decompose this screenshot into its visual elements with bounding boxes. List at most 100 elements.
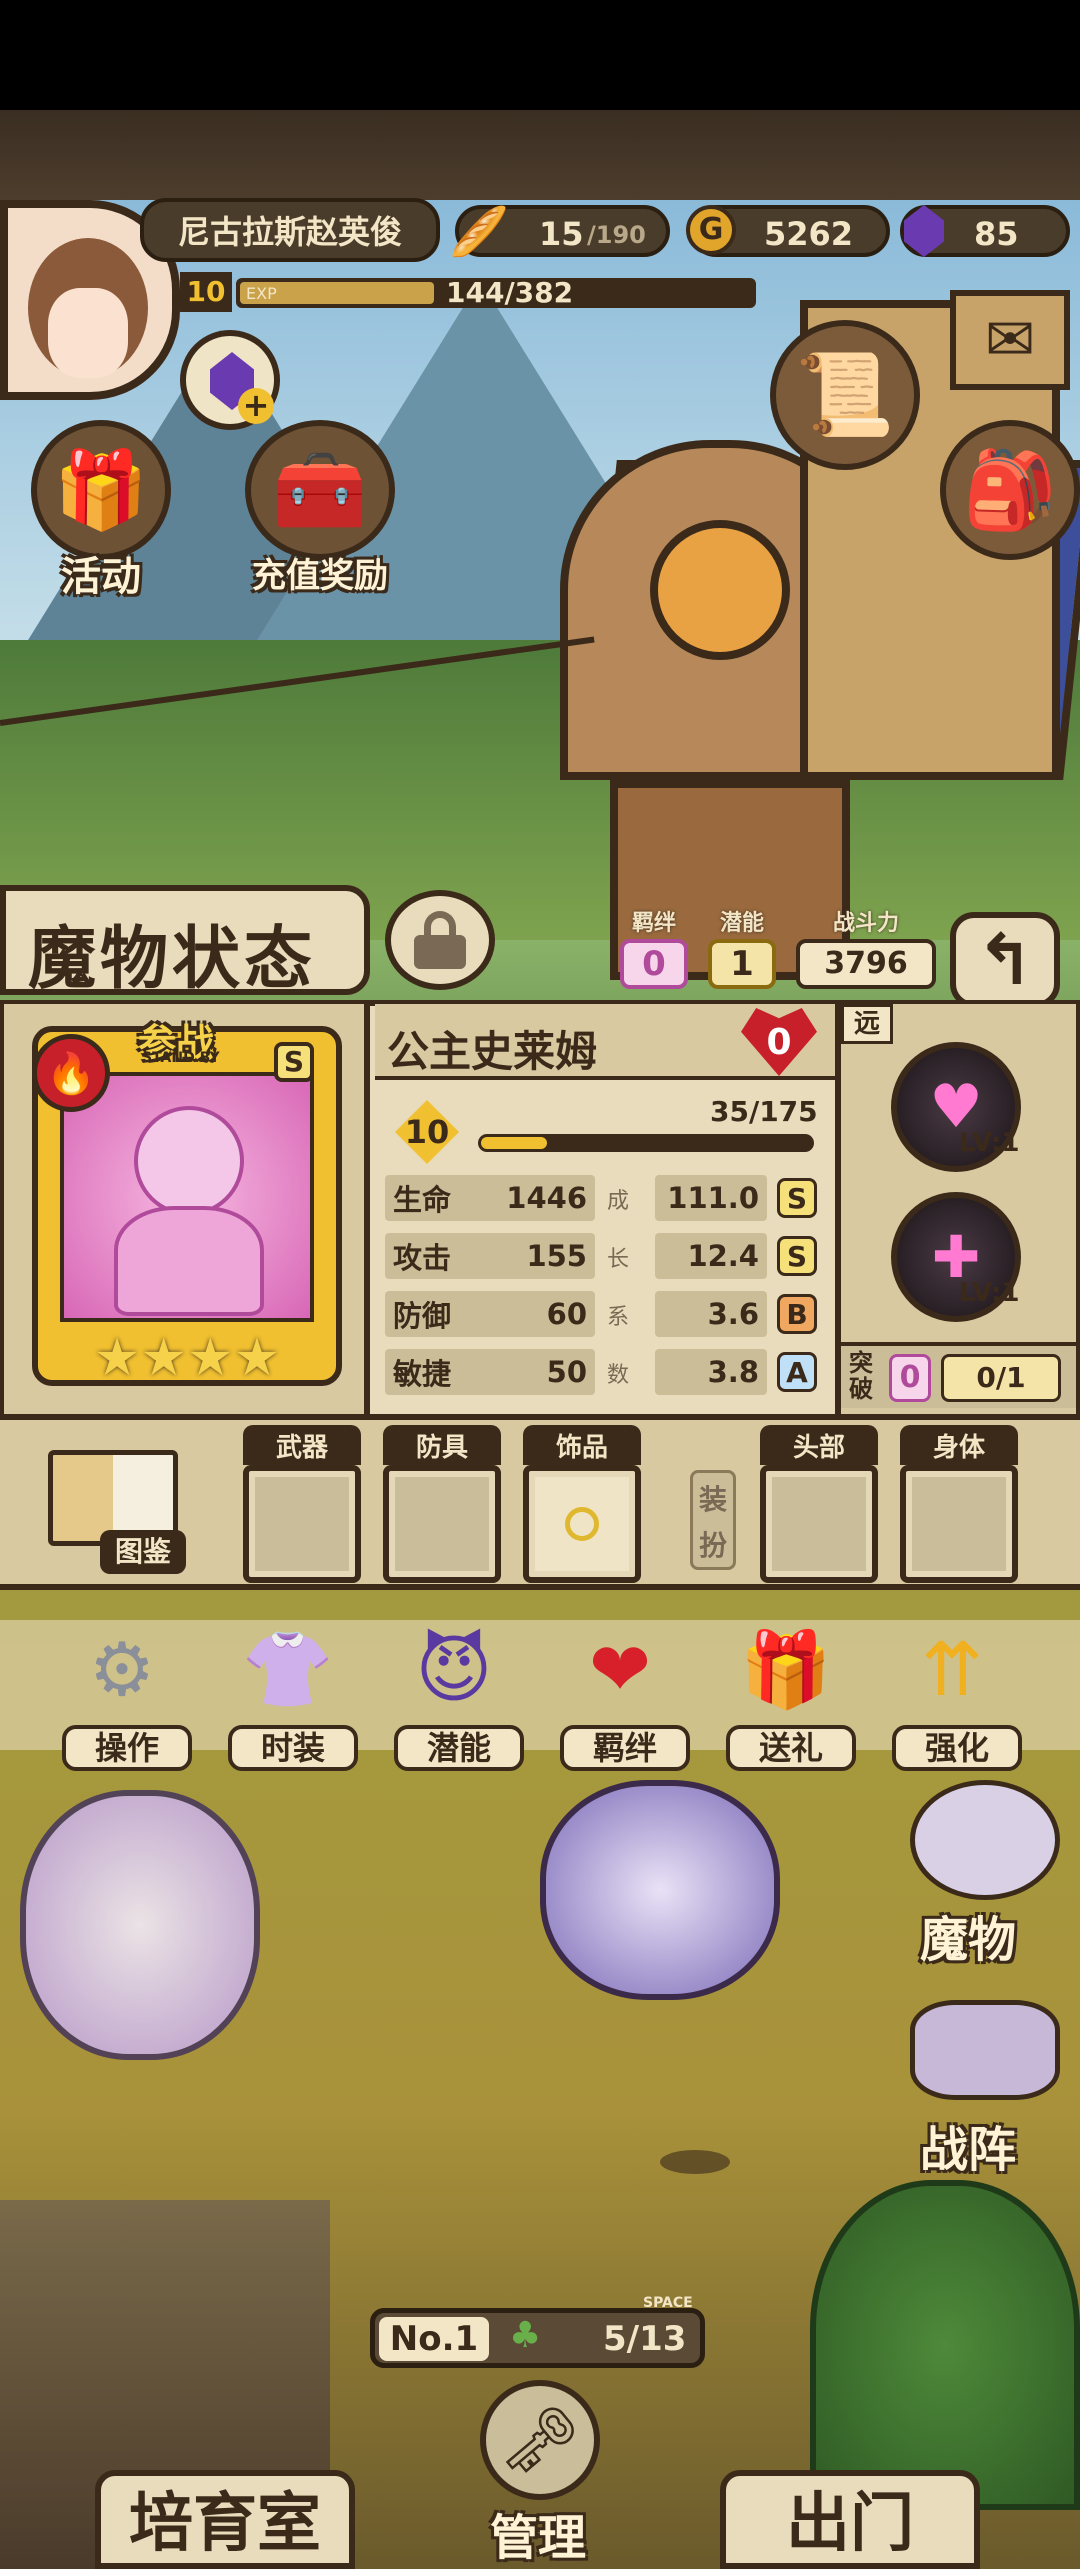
growth-char: 系	[607, 1305, 630, 1330]
plus-icon: +	[238, 388, 274, 424]
arrows-up-icon: ⇈	[920, 1627, 983, 1713]
skill2-level: LV:1	[959, 1278, 1020, 1308]
encyclopedia-label: 图鉴	[100, 1530, 186, 1574]
skill-column: 远 ♥ LV:1 ✚ LV:1 突破 0 0/1	[835, 1004, 1076, 1414]
body-slot-box[interactable]	[900, 1465, 1018, 1583]
tree	[810, 2180, 1080, 2510]
accessory-slot-box[interactable]	[523, 1465, 641, 1583]
menu-potential-button[interactable]: 😈 潜能	[394, 1615, 524, 1775]
back-button[interactable]: ↰	[950, 912, 1060, 1008]
stat-row-attack: 攻击 155	[385, 1233, 595, 1279]
rarity-stars: ★★★★	[93, 1328, 281, 1388]
backpack-button[interactable]: 🎒	[940, 420, 1080, 560]
encyclopedia-button[interactable]: 图鉴	[40, 1450, 190, 1580]
menu-gift-label: 送礼	[726, 1725, 856, 1771]
breakthrough-row: 突破 0 0/1	[841, 1342, 1076, 1408]
back-arrow-icon: ↰	[975, 919, 1035, 1001]
sprout-icon: ♣	[509, 2315, 542, 2356]
food-max: /190	[587, 221, 646, 249]
menu-outfit-button[interactable]: 👚 时装	[228, 1615, 358, 1775]
head-slot[interactable]: 头部	[760, 1425, 878, 1583]
weapon-slot-box[interactable]	[243, 1465, 361, 1583]
status-title-banner: 魔物状态	[0, 885, 370, 999]
menu-potential-label: 潜能	[394, 1725, 524, 1771]
gem-icon	[904, 205, 944, 257]
player-exp-text: 144/382	[446, 276, 574, 309]
mail-button[interactable]: ✉	[950, 290, 1070, 390]
menu-operate-button[interactable]: ⚙ 操作	[62, 1615, 192, 1775]
ghost-monster[interactable]	[20, 1790, 260, 2060]
skill1-level: LV:1	[959, 1128, 1020, 1158]
gold-counter[interactable]: G 5262	[686, 205, 890, 257]
ring-icon	[565, 1507, 599, 1541]
monster-exp-fill	[481, 1137, 547, 1149]
armor-label: 防具	[383, 1425, 501, 1465]
envelope-icon: ✉	[984, 305, 1036, 375]
monsters-icon	[910, 1780, 1060, 1900]
breakthrough-progress: 0/1	[941, 1354, 1061, 1402]
card-frame: 参战 STAND BY S ★★★★ 🔥	[4, 1004, 370, 1414]
accessory-label: 饰品	[523, 1425, 641, 1465]
gift-box-icon: 🎁	[31, 420, 171, 560]
paw-emblem	[650, 520, 790, 660]
nursery-button[interactable]: 培育室	[95, 2470, 355, 2569]
breakthrough-value: 0	[889, 1354, 931, 1402]
growth-char: 长	[607, 1247, 630, 1272]
exit-label: 出门	[786, 2487, 914, 2561]
dress-up-label[interactable]: 装扮	[690, 1470, 736, 1570]
stats-table: 生命 1446 攻击 155 防御 60 敏捷 50 成 长 系 数 111.0 12.…	[385, 1175, 825, 1407]
buy-gem-button[interactable]: +	[180, 330, 280, 430]
bond-value: 0	[620, 939, 688, 989]
food-counter[interactable]: 🥖 15 /190	[449, 204, 670, 260]
jellyfish-monster[interactable]	[540, 1780, 780, 2000]
treasure-chest-icon: 🧰	[245, 420, 395, 560]
armor-slot-box[interactable]	[383, 1465, 501, 1583]
top-wood-beam	[0, 110, 1080, 200]
head-slot-box[interactable]	[760, 1465, 878, 1583]
space-value: 5/13	[603, 2319, 687, 2359]
nursery-label: 培育室	[129, 2487, 321, 2561]
player-name: 尼古拉斯赵英俊	[140, 198, 440, 262]
gear-icon: ⚙	[88, 1627, 156, 1713]
exit-button[interactable]: 出门	[720, 2470, 980, 2569]
menu-enhance-label: 强化	[892, 1725, 1022, 1771]
menu-bond-button[interactable]: ❤ 羁绊	[560, 1615, 690, 1775]
player-level: 10	[180, 272, 232, 312]
status-title: 魔物状态	[28, 920, 317, 999]
quest-scroll-button[interactable]: 📜	[770, 320, 920, 470]
grade-hp: S	[777, 1178, 817, 1218]
fire-element-icon: 🔥	[32, 1034, 110, 1112]
body-label: 身体	[900, 1425, 1018, 1465]
gift-icon: 🎁	[739, 1626, 833, 1713]
bond-indicator: 羁绊 0	[620, 905, 688, 989]
monster-name-bar: 公主史莱姆 0	[375, 1004, 835, 1080]
manage-button[interactable]: 🗝 管理	[440, 2380, 640, 2569]
body-slot[interactable]: 身体	[900, 1425, 1018, 1583]
potential-label: 潜能	[719, 911, 764, 936]
activity-button[interactable]: 🎁 活动	[16, 420, 186, 610]
monsters-button[interactable]: 魔物	[880, 1780, 1080, 1980]
manage-label: 管理	[490, 2510, 587, 2566]
weapon-slot[interactable]: 武器	[243, 1425, 361, 1583]
power-value: 3796	[796, 939, 936, 989]
standby-sub: STAND BY	[142, 1050, 220, 1066]
power-label: 战斗力	[832, 911, 899, 936]
menu-gift-button[interactable]: 🎁 送礼	[726, 1615, 856, 1775]
growth-agility: 3.8	[655, 1349, 767, 1395]
recharge-reward-button[interactable]: 🧰 充值奖励	[220, 420, 420, 610]
backpack-icon: 🎒	[962, 445, 1058, 534]
range-tag: 远	[841, 1004, 893, 1044]
gem-value: 85	[974, 215, 1019, 253]
monster-exp-bar	[478, 1134, 814, 1152]
menu-enhance-button[interactable]: ⇈ 强化	[892, 1615, 1022, 1775]
accessory-slot[interactable]: 饰品	[523, 1425, 641, 1583]
lock-button[interactable]	[385, 890, 495, 990]
formation-button[interactable]: 战阵	[880, 2000, 1080, 2180]
armor-slot[interactable]: 防具	[383, 1425, 501, 1583]
gem-counter[interactable]: 85	[900, 205, 1070, 257]
exp-label: EXP	[246, 284, 277, 303]
growth-defense: 3.6	[655, 1291, 767, 1337]
monster-portrait	[60, 1072, 314, 1322]
ground-hole	[660, 2150, 730, 2174]
field-number: No.1	[379, 2317, 489, 2361]
